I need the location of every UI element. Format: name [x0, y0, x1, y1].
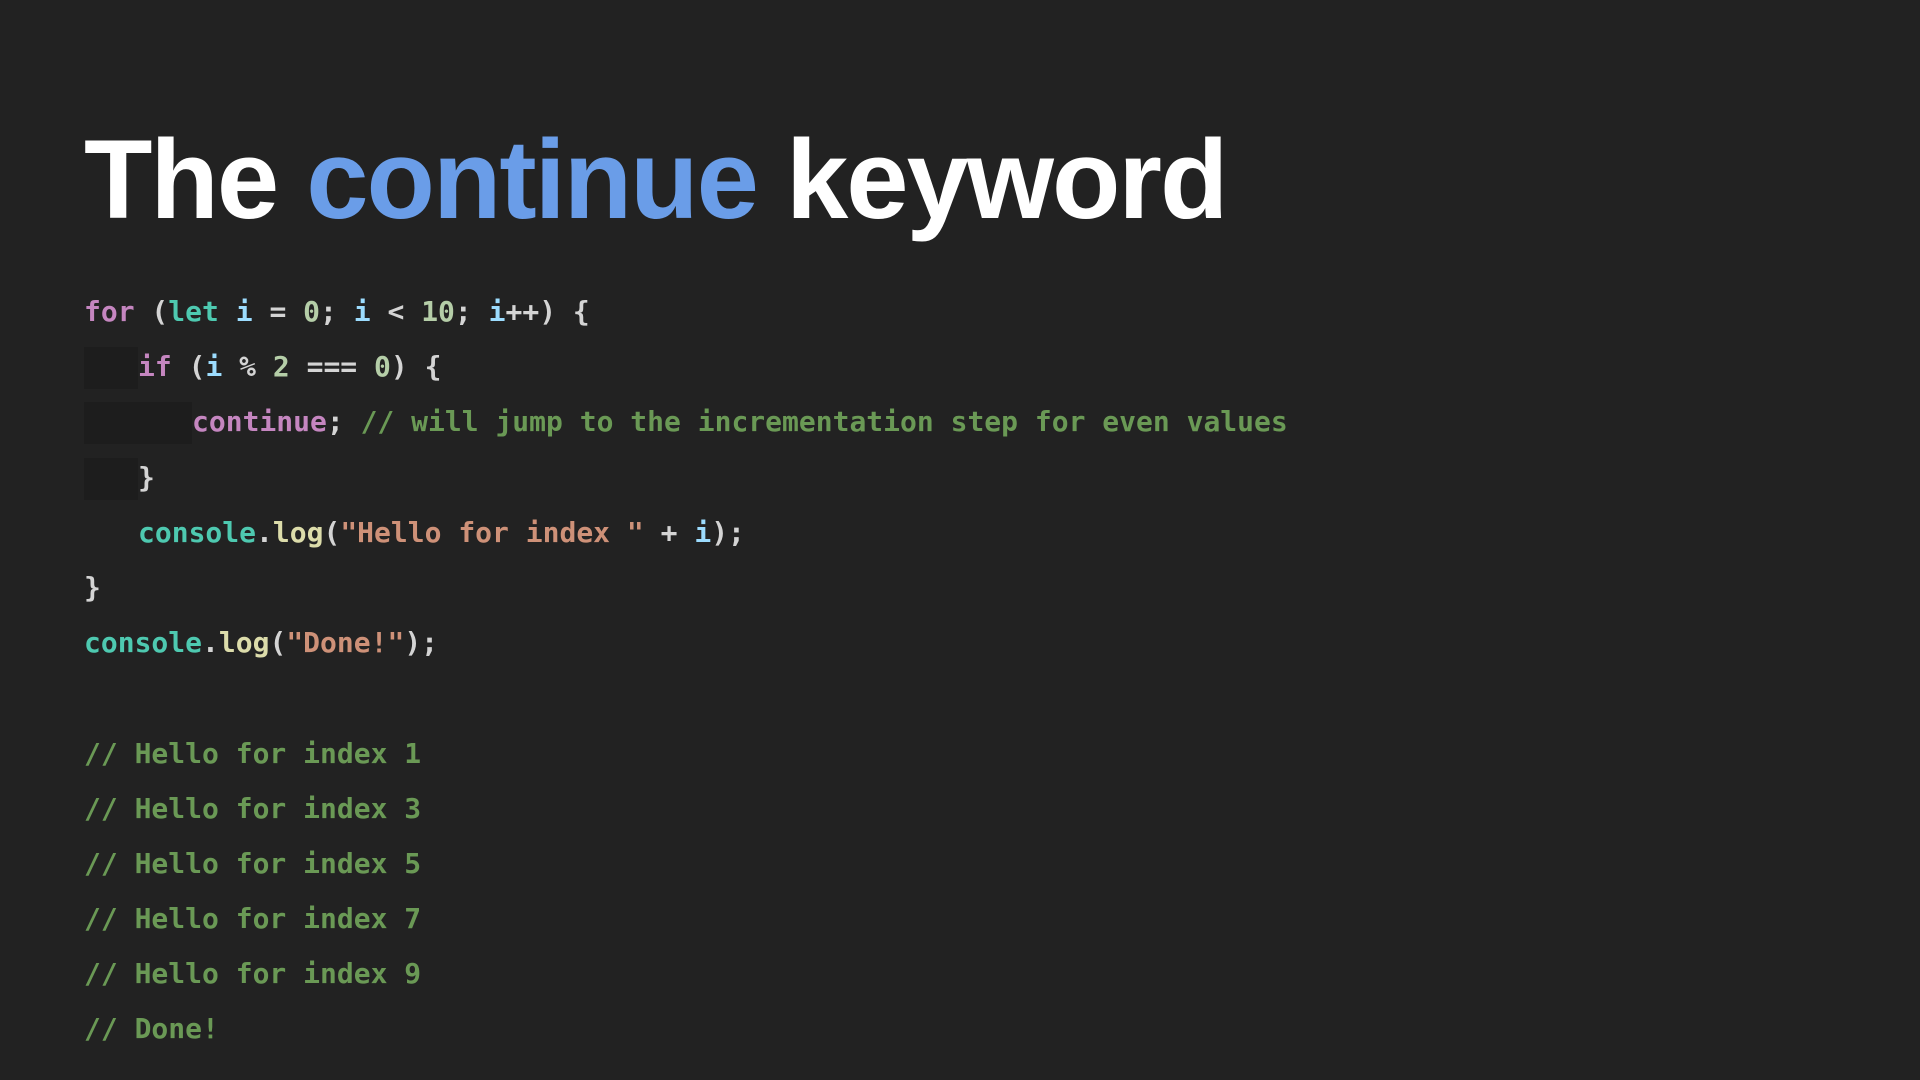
- output-comment-4: // Hello for index 7: [84, 902, 422, 936]
- punct: .: [202, 626, 219, 660]
- number-literal: 0: [374, 350, 391, 384]
- code-comment: // will jump to the incrementation step …: [360, 405, 1288, 439]
- punct: (: [134, 295, 169, 328]
- variable-i: i: [235, 295, 253, 328]
- closing-brace: }: [84, 570, 101, 604]
- number-literal: 0: [303, 295, 321, 328]
- code-line-5: console.log("Hello for index " + i);: [84, 505, 1288, 560]
- operator: =: [252, 295, 304, 328]
- output-comment-2: // Hello for index 3: [84, 791, 422, 825]
- punct: ;: [326, 405, 361, 439]
- indent-guide: [84, 347, 138, 390]
- output-comment-3: // Hello for index 5: [84, 846, 422, 880]
- code-line-7: console.log("Done!");: [84, 615, 1288, 670]
- punct: ++) {: [505, 295, 590, 328]
- punct: );: [711, 515, 745, 549]
- punct: (: [323, 515, 341, 549]
- operator: +: [643, 515, 695, 549]
- slide-title: The continue keyword: [84, 112, 1228, 248]
- code-line-1: for (let i = 0; i < 10; i++) {: [84, 284, 1288, 339]
- code-line-6: }: [84, 560, 1288, 615]
- code-line-2: if (i % 2 === 0) {: [84, 339, 1288, 394]
- operator: <: [370, 295, 422, 328]
- operator: ===: [289, 350, 375, 384]
- function-log: log: [218, 626, 270, 660]
- code-block: for (let i = 0; i < 10; i++) { if (i % 2…: [84, 284, 1288, 1057]
- keyword-continue: continue: [192, 405, 327, 439]
- title-after: keyword: [756, 117, 1228, 242]
- punct: ) {: [390, 350, 442, 384]
- variable-i: i: [353, 295, 371, 328]
- variable-i: i: [488, 295, 506, 328]
- code-line-4: }: [84, 450, 1288, 505]
- string-literal: "Hello for index ": [340, 515, 644, 549]
- number-literal: 2: [272, 350, 290, 384]
- closing-brace: }: [138, 460, 155, 494]
- punct: (: [269, 626, 287, 660]
- number-literal: 10: [421, 295, 455, 328]
- object-console: console: [84, 626, 203, 660]
- punct: ;: [320, 295, 354, 328]
- title-before: The: [84, 117, 307, 242]
- output-comment-1: // Hello for index 1: [84, 736, 422, 770]
- variable-i: i: [205, 350, 223, 384]
- keyword-let: let: [168, 295, 219, 328]
- punct: );: [404, 626, 439, 660]
- object-console: console: [138, 515, 257, 549]
- punct: .: [256, 515, 273, 549]
- code-line-3: continue; // will jump to the incrementa…: [84, 394, 1288, 449]
- function-log: log: [272, 515, 324, 549]
- slide: The continue keyword for (let i = 0; i <…: [0, 0, 1920, 1080]
- variable-i: i: [694, 515, 712, 549]
- output-comment-5: // Hello for index 9: [84, 957, 422, 991]
- keyword-if: if: [138, 350, 172, 384]
- title-keyword: continue: [306, 117, 759, 242]
- punct: (: [171, 350, 206, 384]
- punct: ;: [454, 295, 489, 328]
- string-literal: "Done!": [286, 626, 405, 660]
- keyword-for: for: [84, 295, 135, 328]
- indent-guide: [84, 402, 192, 445]
- indent-guide: [84, 457, 138, 500]
- operator: %: [222, 350, 273, 384]
- output-comment-6: // Done!: [84, 1012, 219, 1046]
